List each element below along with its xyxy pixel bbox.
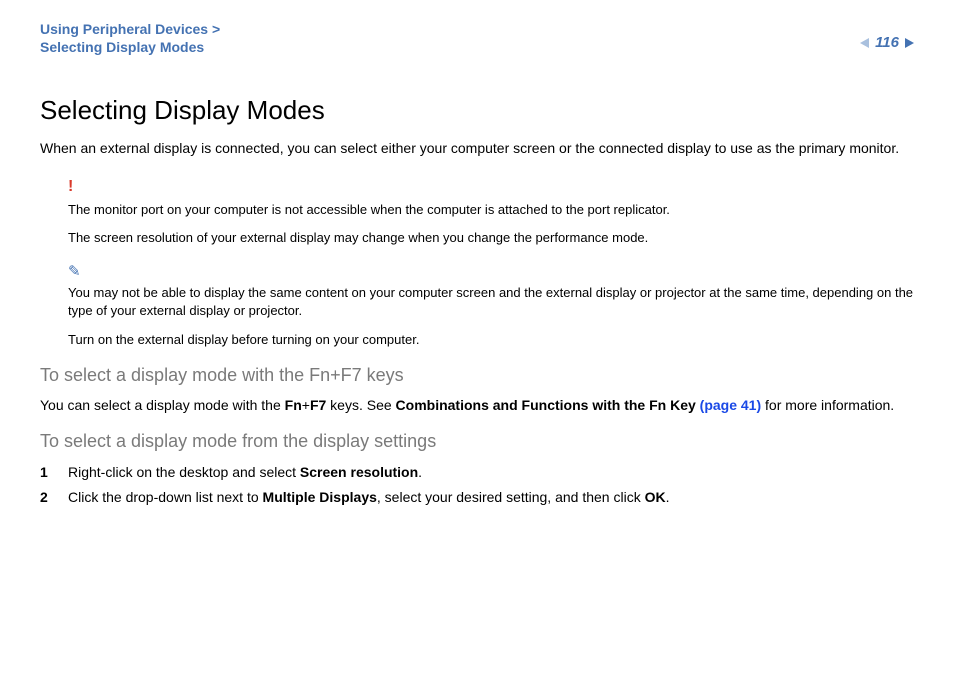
next-page-icon[interactable] (905, 38, 914, 48)
tip-text-2: Turn on the external display before turn… (68, 331, 914, 349)
plus-sign: + (302, 397, 310, 413)
intro-paragraph: When an external display is connected, y… (40, 139, 914, 159)
page-title: Selecting Display Modes (40, 92, 914, 128)
page-link[interactable]: (page 41) (700, 397, 761, 413)
step-number: 2 (40, 488, 68, 508)
step-text: Right-click on the desktop and select Sc… (68, 463, 422, 483)
step1-post: . (418, 464, 422, 480)
tip-text-1: You may not be able to display the same … (68, 284, 914, 320)
screen-resolution-label: Screen resolution (300, 464, 418, 480)
step2-post: . (666, 489, 670, 505)
step-text: Click the drop-down list next to Multipl… (68, 488, 669, 508)
warning-icon: ! (68, 176, 914, 198)
page-number: 116 (875, 32, 899, 53)
step2-pre: Click the drop-down list next to (68, 489, 263, 505)
breadcrumb-line1: Using Peripheral Devices > (40, 21, 220, 37)
step-number: 1 (40, 463, 68, 483)
step-item: 1 Right-click on the desktop and select … (40, 463, 914, 483)
step2-mid: , select your desired setting, and then … (377, 489, 645, 505)
fn-key: Fn (285, 397, 302, 413)
steps-list: 1 Right-click on the desktop and select … (40, 463, 914, 508)
prev-page-icon[interactable] (860, 38, 869, 48)
ok-label: OK (645, 489, 666, 505)
tip-note: ✎ You may not be able to display the sam… (68, 261, 914, 349)
section1-heading: To select a display mode with the Fn+F7 … (40, 363, 914, 388)
section1-post: for more information. (761, 397, 894, 413)
step-item: 2 Click the drop-down list next to Multi… (40, 488, 914, 508)
step1-pre: Right-click on the desktop and select (68, 464, 300, 480)
caution-text-2: The screen resolution of your external d… (68, 229, 914, 247)
page-header: Using Peripheral Devices > Selecting Dis… (40, 20, 914, 56)
section1-paragraph: You can select a display mode with the F… (40, 396, 914, 416)
caution-text-1: The monitor port on your computer is not… (68, 201, 914, 219)
multiple-displays-label: Multiple Displays (263, 489, 377, 505)
f7-key: F7 (310, 397, 326, 413)
section1-mid: keys. See (326, 397, 395, 413)
page-number-nav: 116 (860, 20, 914, 53)
section2-heading: To select a display mode from the displa… (40, 429, 914, 454)
breadcrumb[interactable]: Using Peripheral Devices > Selecting Dis… (40, 20, 220, 56)
xref-bold: Combinations and Functions with the Fn K… (396, 397, 700, 413)
section1-pre: You can select a display mode with the (40, 397, 285, 413)
caution-note: ! The monitor port on your computer is n… (68, 176, 914, 247)
breadcrumb-line2: Selecting Display Modes (40, 38, 220, 56)
pencil-icon: ✎ (68, 261, 81, 282)
